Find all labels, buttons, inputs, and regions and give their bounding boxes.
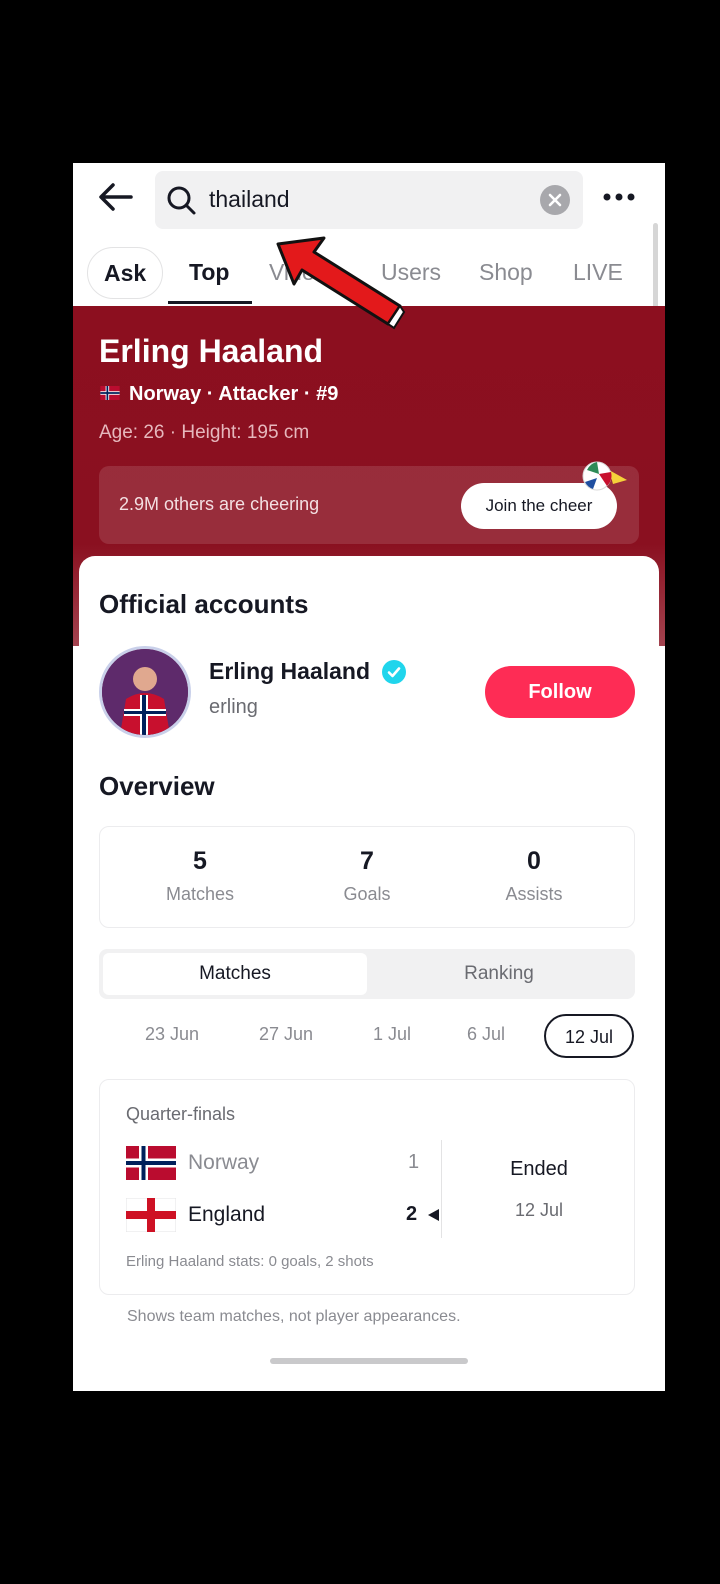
back-arrow-icon xyxy=(99,183,133,211)
official-accounts-title: Official accounts xyxy=(99,589,309,619)
back-button[interactable] xyxy=(95,179,139,215)
player-name: Erling Haaland xyxy=(99,333,324,369)
home-team-score: 1 xyxy=(408,1151,420,1173)
search-input[interactable]: thailand xyxy=(155,171,583,229)
stats-box: 5 Matches 7 Goals 0 Assists xyxy=(99,826,635,928)
date-chip-selected[interactable]: 12 Jul xyxy=(544,1014,634,1058)
date-chip[interactable]: 6 Jul xyxy=(467,1024,505,1045)
cheer-count: 2.9M others are cheering xyxy=(119,494,320,514)
matches-ranking-toggle: Matches Ranking xyxy=(99,949,635,999)
home-indicator[interactable] xyxy=(270,1358,468,1364)
footnote: Shows team matches, not player appearanc… xyxy=(127,1308,461,1325)
match-date: 12 Jul xyxy=(514,1200,564,1220)
red-arrow-annotation-icon xyxy=(276,236,406,330)
follow-button[interactable]: Follow xyxy=(485,666,635,718)
date-chip[interactable]: 23 Jun xyxy=(145,1024,199,1045)
cheer-bar: 2.9M others are cheering Join the cheer xyxy=(99,461,639,544)
phone-screen: thailand Ask Top Videos Users Shop LIVE … xyxy=(73,163,665,1391)
player-match-stats: Erling Haaland stats: 0 goals, 2 shots xyxy=(126,1253,374,1270)
account-handle: erling xyxy=(209,696,258,718)
home-team-name: Norway xyxy=(188,1151,260,1174)
norway-flag-icon xyxy=(100,385,120,400)
player-info: Norway · Attacker · #9 xyxy=(99,383,338,406)
avatar[interactable] xyxy=(99,646,191,738)
stat-assists: 0 Assists xyxy=(444,847,624,905)
clear-search-icon[interactable] xyxy=(540,185,570,215)
date-chip[interactable]: 1 Jul xyxy=(373,1024,411,1045)
tab-ask[interactable]: Ask xyxy=(87,247,164,299)
avatar-image xyxy=(102,649,188,735)
england-flag-icon xyxy=(126,1198,176,1232)
search-icon xyxy=(167,186,196,215)
stat-label: Assists xyxy=(505,884,563,904)
winner-marker-icon xyxy=(428,1209,439,1221)
active-tab-indicator xyxy=(168,301,252,304)
divider xyxy=(441,1140,442,1238)
tab-live[interactable]: LIVE xyxy=(573,259,623,286)
soccer-ball-icon xyxy=(582,461,627,491)
tab-top[interactable]: Top xyxy=(189,259,229,286)
match-status: Ended xyxy=(510,1158,568,1180)
stat-label: Matches xyxy=(165,884,235,904)
player-meta: Age: 26 · Height: 195 cm xyxy=(99,422,310,443)
verified-badge-icon xyxy=(382,660,406,684)
player-info-text: Norway · Attacker · #9 xyxy=(129,383,339,405)
stat-value: 0 xyxy=(527,847,541,875)
norway-flag-icon xyxy=(126,1146,176,1180)
stat-goals: 7 Goals xyxy=(277,847,457,905)
match-stage: Quarter-finals xyxy=(126,1104,236,1124)
away-team-score: 2 xyxy=(406,1203,418,1225)
tab-shop[interactable]: Shop xyxy=(479,259,533,286)
more-options-icon[interactable] xyxy=(591,177,647,217)
overview-title: Overview xyxy=(99,771,215,801)
search-query: thailand xyxy=(209,186,290,212)
segment-matches[interactable]: Matches xyxy=(103,953,367,995)
stat-value: 7 xyxy=(360,847,374,875)
date-chip[interactable]: 27 Jun xyxy=(259,1024,313,1045)
match-card[interactable]: Quarter-finals Norway 1 England 2 Ended … xyxy=(99,1079,635,1295)
results-card: Official accounts Erling Haaland erling … xyxy=(79,556,659,1391)
stat-label: Goals xyxy=(343,884,391,904)
away-team-name: England xyxy=(188,1203,266,1226)
account-name[interactable]: Erling Haaland xyxy=(209,658,370,685)
stat-value: 5 xyxy=(193,847,207,875)
top-bar: thailand xyxy=(73,163,665,241)
segment-ranking[interactable]: Ranking xyxy=(367,953,631,995)
stat-matches: 5 Matches xyxy=(110,847,290,905)
